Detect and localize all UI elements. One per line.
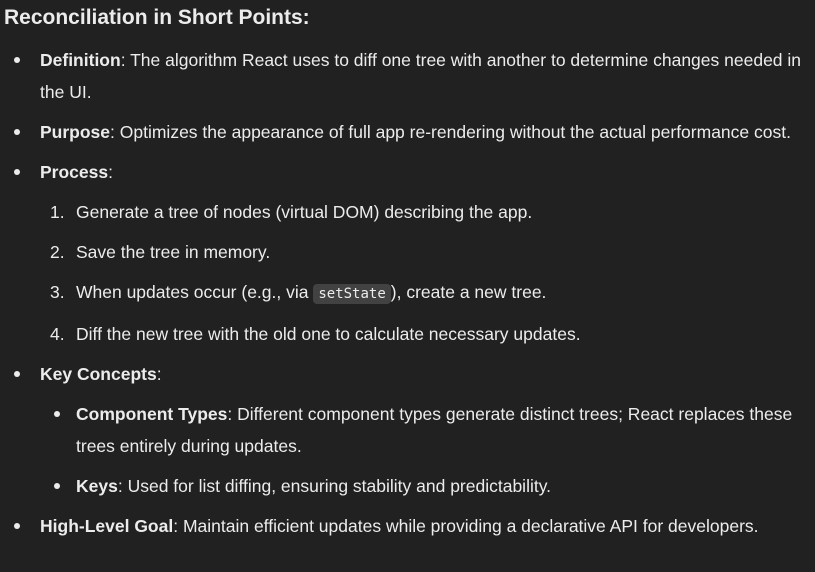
bullet-icon — [14, 57, 20, 63]
bullet-icon — [54, 411, 60, 417]
item-term: Process — [40, 162, 109, 182]
list-item-definition: Definition: The algorithm React uses to … — [0, 44, 815, 108]
bullet-icon — [14, 169, 20, 175]
process-steps: 1. Generate a tree of nodes (virtual DOM… — [40, 196, 809, 350]
bullet-icon — [14, 129, 20, 135]
item-term: Key Concepts — [40, 364, 157, 384]
list-item-purpose: Purpose: Optimizes the appearance of ful… — [0, 116, 815, 148]
inline-code: setState — [313, 284, 391, 304]
item-term: High-Level Goal — [40, 516, 174, 536]
process-step: 2. Save the tree in memory. — [40, 236, 809, 268]
bullet-list: Definition: The algorithm React uses to … — [0, 44, 815, 542]
bullet-icon — [54, 483, 60, 489]
concept-term: Keys — [76, 476, 118, 496]
item-term: Definition — [40, 50, 121, 70]
concept-item: Keys: Used for list diffing, ensuring st… — [40, 470, 809, 502]
item-text: : — [156, 364, 162, 384]
process-step: 3. When updates occur (e.g., via setStat… — [40, 276, 809, 310]
list-item-key-concepts: Key Concepts: Component Types: Different… — [0, 358, 815, 502]
bullet-icon — [14, 523, 20, 529]
concept-term: Component Types — [76, 404, 228, 424]
step-text-after: ), create a new tree. — [390, 282, 547, 302]
item-text: : The algorithm React uses to diff one t… — [40, 50, 802, 102]
step-number: 2. — [50, 242, 65, 262]
step-text: Save the tree in memory. — [76, 242, 271, 262]
step-number: 1. — [50, 202, 65, 222]
step-text-before: When updates occur (e.g., via — [76, 282, 314, 302]
item-text: : Optimizes the appearance of full app r… — [110, 122, 791, 142]
step-text: Diff the new tree with the old one to ca… — [76, 324, 581, 344]
concept-text: : Used for list diffing, ensuring stabil… — [117, 476, 552, 496]
item-text: : — [108, 162, 113, 182]
item-term: Purpose — [40, 122, 111, 142]
section-heading: Reconciliation in Short Points: — [4, 6, 310, 29]
step-number: 3. — [50, 282, 65, 302]
step-text: Generate a tree of nodes (virtual DOM) d… — [76, 202, 533, 222]
list-item-high-level-goal: High-Level Goal: Maintain efficient upda… — [0, 510, 815, 542]
process-step: 4. Diff the new tree with the old one to… — [40, 318, 809, 350]
bullet-icon — [14, 371, 20, 377]
item-text: : Maintain efficient updates while provi… — [173, 516, 759, 536]
document: Reconciliation in Short Points: Definiti… — [0, 0, 815, 572]
list-item-process: Process: 1. Generate a tree of nodes (vi… — [0, 156, 815, 350]
step-number: 4. — [50, 324, 65, 344]
process-step: 1. Generate a tree of nodes (virtual DOM… — [40, 196, 809, 228]
concept-item: Component Types: Different component typ… — [40, 398, 809, 462]
concept-list: Component Types: Different component typ… — [40, 398, 809, 502]
